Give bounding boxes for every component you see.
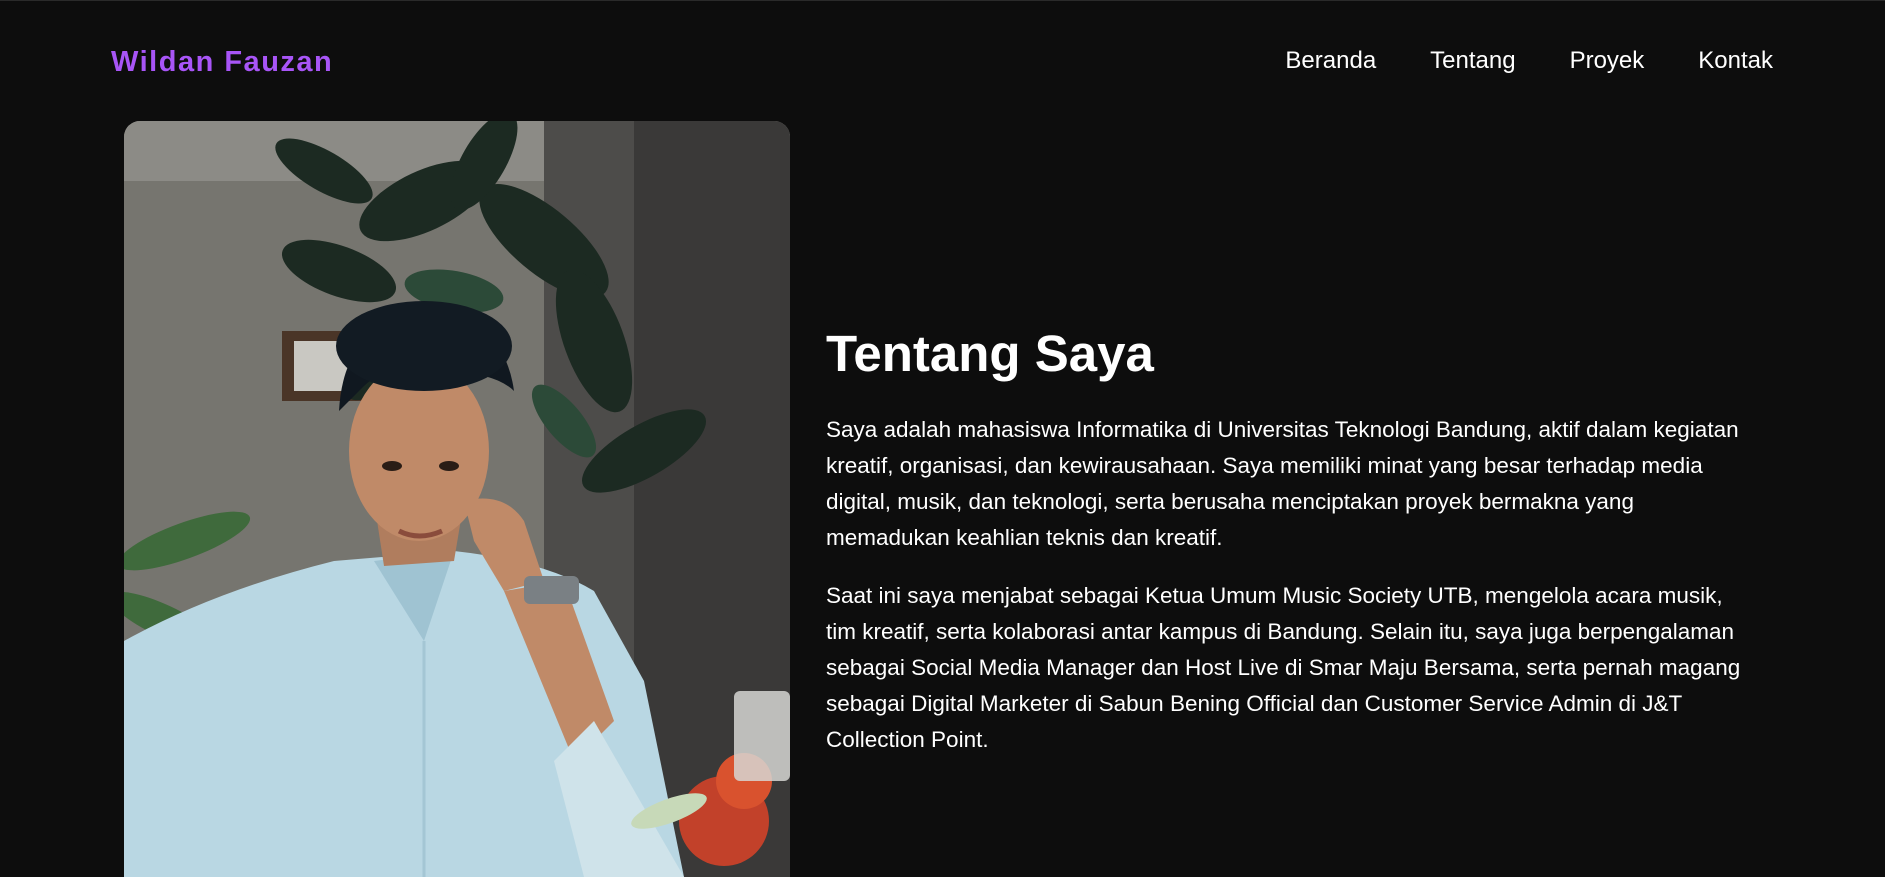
profile-photo bbox=[124, 121, 790, 877]
nav-link-kontak[interactable]: Kontak bbox=[1698, 44, 1773, 78]
about-paragraph-2: Saat ini saya menjabat sebagai Ketua Umu… bbox=[826, 583, 1741, 752]
about-section: Tentang Saya Saya adalah mahasiswa Infor… bbox=[826, 322, 1756, 780]
about-title: Tentang Saya bbox=[826, 325, 1154, 382]
brand-logo[interactable]: Wildan Fauzan bbox=[111, 42, 333, 82]
nav-link-beranda[interactable]: Beranda bbox=[1285, 44, 1376, 78]
nav-link-proyek[interactable]: Proyek bbox=[1570, 44, 1645, 78]
nav-menu: Beranda Tentang Proyek Kontak bbox=[1285, 44, 1773, 78]
nav-link-tentang[interactable]: Tentang bbox=[1430, 44, 1515, 78]
navbar: Wildan Fauzan Beranda Tentang Proyek Kon… bbox=[0, 0, 1885, 120]
about-paragraph-1: Saya adalah mahasiswa Informatika di Uni… bbox=[826, 417, 1739, 550]
